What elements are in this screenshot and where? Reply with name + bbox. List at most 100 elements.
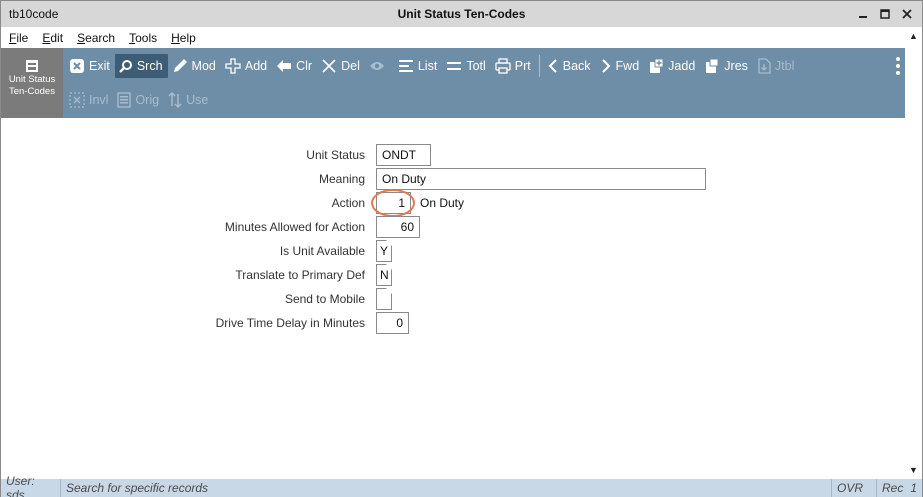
search-label: Srch bbox=[136, 59, 163, 73]
drive-time-label: Drive Time Delay in Minutes bbox=[215, 316, 365, 330]
doc-table-icon bbox=[758, 58, 771, 74]
maximize-icon[interactable] bbox=[876, 6, 894, 22]
transfer-icon bbox=[168, 92, 182, 108]
form-tile: Unit Status Ten-Codes bbox=[1, 48, 63, 118]
printer-icon bbox=[495, 58, 511, 74]
menu-help[interactable]: Help bbox=[171, 31, 196, 45]
translate-primary-row: Translate to Primary Def N bbox=[1, 264, 905, 286]
exit-button[interactable]: Exit bbox=[65, 54, 115, 78]
action-label: Action bbox=[331, 196, 365, 210]
jres-label: Jres bbox=[724, 59, 748, 73]
equals-icon bbox=[447, 62, 462, 70]
menu-tools[interactable]: Tools bbox=[129, 31, 157, 45]
delete-button[interactable]: Del bbox=[317, 54, 365, 78]
record-label: Rec bbox=[882, 481, 904, 495]
modify-label: Mod bbox=[191, 59, 216, 73]
unit-available-label: Is Unit Available bbox=[279, 244, 365, 258]
jadd-button[interactable]: Jadd bbox=[644, 54, 700, 78]
toolbar: Unit Status Ten-Codes Exit Srch Mod Add bbox=[1, 48, 905, 118]
menu-bar: File Edit Search Tools Help bbox=[1, 27, 922, 48]
meaning-field[interactable]: On Duty bbox=[376, 168, 706, 190]
pencil-icon bbox=[173, 59, 187, 72]
toolbar-divider bbox=[538, 55, 540, 77]
list-button[interactable]: List bbox=[394, 54, 442, 78]
add-button[interactable]: Add bbox=[221, 54, 272, 78]
forward-label: Fwd bbox=[615, 59, 640, 73]
invl-label: Invl bbox=[89, 93, 109, 107]
window-title: Unit Status Ten-Codes bbox=[397, 7, 526, 21]
total-button[interactable]: Totl bbox=[442, 54, 490, 78]
modify-button[interactable]: Mod bbox=[168, 54, 221, 78]
status-record: Rec 1 bbox=[877, 479, 922, 497]
form-tile-line2: Ten-Codes bbox=[9, 86, 55, 97]
exit-label: Exit bbox=[89, 59, 110, 73]
delete-label: Del bbox=[341, 59, 360, 73]
status-message: Search for specific records bbox=[61, 479, 832, 497]
print-label: Prt bbox=[514, 59, 531, 73]
search-icon bbox=[118, 60, 132, 73]
minutes-allowed-field[interactable]: 60 bbox=[376, 216, 420, 238]
clear-label: Clr bbox=[296, 59, 313, 73]
toolbar-row-1: Exit Srch Mod Add Clr Del List Totl Prt … bbox=[65, 54, 799, 78]
more-options-icon[interactable] bbox=[896, 57, 900, 75]
unit-status-row: Unit Status ONDT bbox=[1, 144, 905, 166]
jadd-label: Jadd bbox=[668, 59, 696, 73]
toolbar-row-2: Invl Orig Use bbox=[65, 89, 213, 111]
menu-edit[interactable]: Edit bbox=[42, 31, 63, 45]
action-row: Action 1 On Duty bbox=[1, 189, 905, 217]
status-bar: User: sds Search for specific records OV… bbox=[1, 474, 922, 497]
vertical-scrollbar[interactable]: ▲ ▼ bbox=[905, 27, 922, 479]
meaning-row: Meaning On Duty bbox=[1, 168, 905, 190]
jres-button[interactable]: Jres bbox=[700, 54, 753, 78]
status-user: User: sds bbox=[1, 474, 61, 497]
record-form: Unit Status ONDT Meaning On Duty Action … bbox=[1, 118, 905, 478]
doc-add-icon bbox=[650, 58, 664, 73]
form-tile-line1: Unit Status bbox=[8, 74, 56, 85]
status-mode: OVR bbox=[832, 479, 877, 497]
invl-button[interactable]: Invl bbox=[65, 88, 113, 112]
scroll-down-icon[interactable]: ▼ bbox=[908, 465, 919, 475]
x-icon bbox=[322, 59, 336, 73]
clear-button[interactable]: Clr bbox=[272, 54, 317, 78]
orig-label: Orig bbox=[135, 93, 160, 107]
use-label: Use bbox=[186, 93, 209, 107]
unit-status-field[interactable]: ONDT bbox=[376, 144, 431, 166]
search-button[interactable]: Srch bbox=[114, 54, 168, 78]
menu-search[interactable]: Search bbox=[77, 31, 115, 45]
use-button[interactable]: Use bbox=[164, 88, 213, 112]
send-mobile-field[interactable] bbox=[376, 288, 392, 310]
action-field[interactable]: 1 bbox=[376, 192, 411, 214]
view-button[interactable] bbox=[365, 54, 394, 78]
back-arrow-icon bbox=[277, 60, 292, 72]
exit-icon bbox=[70, 59, 84, 73]
send-mobile-row: Send to Mobile bbox=[1, 288, 905, 310]
meaning-label: Meaning bbox=[318, 172, 365, 186]
select-icon bbox=[69, 92, 85, 108]
translate-primary-field[interactable]: N bbox=[376, 264, 392, 286]
chevron-left-icon bbox=[548, 59, 557, 73]
unit-status-label: Unit Status bbox=[306, 148, 365, 162]
drive-time-field[interactable]: 0 bbox=[376, 312, 409, 334]
list-icon bbox=[398, 60, 413, 72]
drive-time-row: Drive Time Delay in Minutes 0 bbox=[1, 312, 905, 334]
orig-button[interactable]: Orig bbox=[113, 88, 164, 112]
jtbl-button[interactable]: Jtbl bbox=[753, 54, 799, 78]
unit-available-row: Is Unit Available Y bbox=[1, 240, 905, 262]
scroll-up-icon[interactable]: ▲ bbox=[908, 31, 919, 41]
plus-icon bbox=[225, 58, 241, 74]
print-button[interactable]: Prt bbox=[491, 54, 536, 78]
back-label: Back bbox=[562, 59, 591, 73]
unit-available-field[interactable]: Y bbox=[376, 240, 392, 262]
app-window: tb10code Unit Status Ten-Codes File Edit… bbox=[0, 0, 923, 497]
total-label: Totl bbox=[466, 59, 486, 73]
back-button[interactable]: Back bbox=[543, 54, 596, 78]
menu-file[interactable]: File bbox=[9, 31, 28, 45]
record-number: 1 bbox=[910, 481, 917, 495]
close-icon[interactable] bbox=[898, 6, 916, 22]
minimize-icon[interactable] bbox=[854, 6, 872, 22]
window-controls bbox=[854, 6, 916, 22]
forward-button[interactable]: Fwd bbox=[596, 54, 645, 78]
jtbl-label: Jtbl bbox=[774, 59, 795, 73]
send-mobile-label: Send to Mobile bbox=[284, 292, 365, 306]
form-icon bbox=[26, 60, 38, 72]
